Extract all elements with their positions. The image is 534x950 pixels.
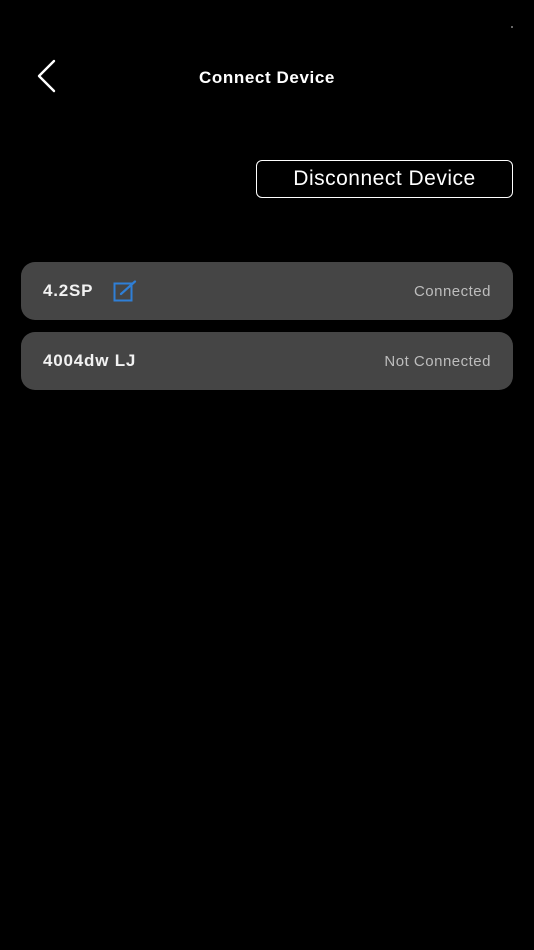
device-row-4004dw-lj[interactable]: 4004dw LJ Not Connected: [21, 332, 513, 390]
page-title: Connect Device: [199, 68, 335, 87]
disconnect-device-button[interactable]: Disconnect Device: [256, 160, 513, 198]
status-indicator: [511, 26, 513, 28]
back-button[interactable]: [26, 56, 66, 100]
device-list: 4.2SP Connected 4004dw LJ Not Connected: [21, 262, 513, 402]
nav-bar: Connect Device: [0, 50, 534, 106]
edit-icon[interactable]: [113, 280, 137, 302]
device-row-4-2sp[interactable]: 4.2SP Connected: [21, 262, 513, 320]
chevron-left-icon: [35, 59, 57, 98]
device-name: 4004dw LJ: [43, 351, 137, 370]
device-status: Connected: [413, 282, 491, 300]
connect-device-screen: Connect Device Disconnect Device 4.2SP C…: [0, 0, 534, 950]
device-status: Not Connected: [384, 352, 491, 370]
device-name: 4.2SP: [43, 281, 94, 300]
